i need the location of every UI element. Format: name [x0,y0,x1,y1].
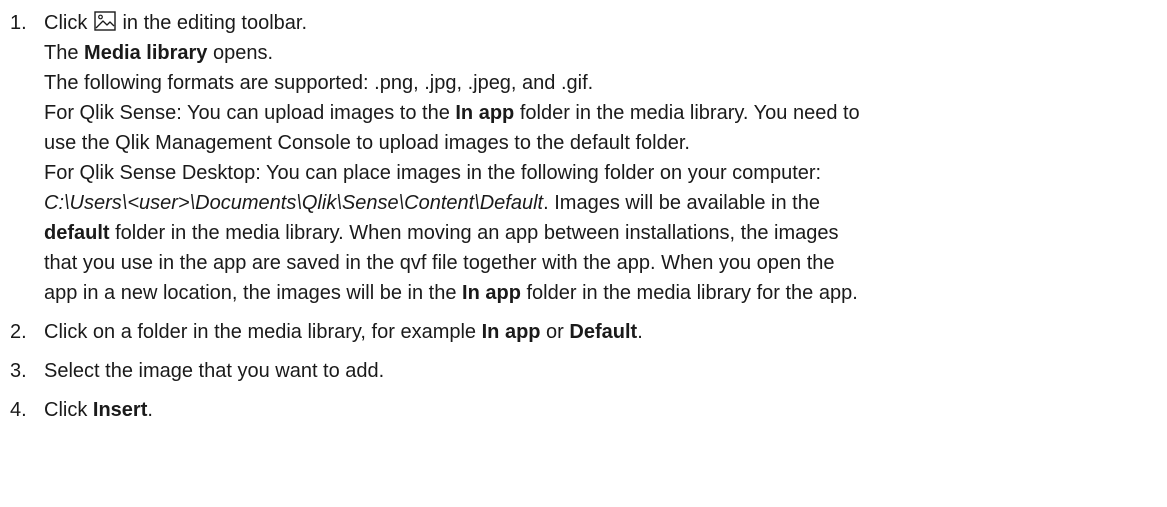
step-number: 1. [10,12,27,34]
step-number: 4. [10,399,27,421]
step-2: 2. Click on a folder in the media librar… [0,317,1167,347]
step-1-line-6: For Qlik Sense Desktop: You can place im… [44,162,822,184]
in-app-term: In app [462,282,521,304]
step-1: 1. Click in the editing toolbar. The Med… [0,8,1167,308]
step-1-line-8: default folder in the media library. Whe… [44,222,839,244]
step-3: 3. Select the image that you want to add… [0,356,1167,386]
in-app-term: In app [455,102,515,124]
media-library-term: Media library [84,42,208,64]
step-1-line-3: The following formats are supported: .pn… [44,72,594,94]
step-1-line-9: that you use in the app are saved in the… [44,252,835,274]
step-1-line-5: use the Qlik Management Console to uploa… [44,132,690,154]
default-term: Default [569,321,638,343]
step-2-line-1: Click on a folder in the media library, … [44,321,643,343]
folder-path: C:\Users\<user>\Documents\Qlik\Sense\Con… [44,192,544,214]
step-3-line-1: Select the image that you want to add. [44,360,385,382]
insert-term: Insert [92,399,148,421]
image-icon [94,11,116,31]
step-4-line-1: Click Insert. [44,399,153,421]
step-1-line-10: app in a new location, the images will b… [44,282,858,304]
in-app-term: In app [481,321,541,343]
step-4: 4. Click Insert. [0,395,1167,425]
default-term: default [44,222,110,244]
step-1-line-2: The Media library opens. [44,42,274,64]
step-1-line-7: C:\Users\<user>\Documents\Qlik\Sense\Con… [44,192,820,214]
step-number: 2. [10,321,27,343]
step-1-line-1: Click in the editing toolbar. [44,11,308,34]
instruction-steps: 1. Click in the editing toolbar. The Med… [0,0,1167,425]
step-1-line-4: For Qlik Sense: You can upload images to… [44,102,860,124]
step-number: 3. [10,360,27,382]
